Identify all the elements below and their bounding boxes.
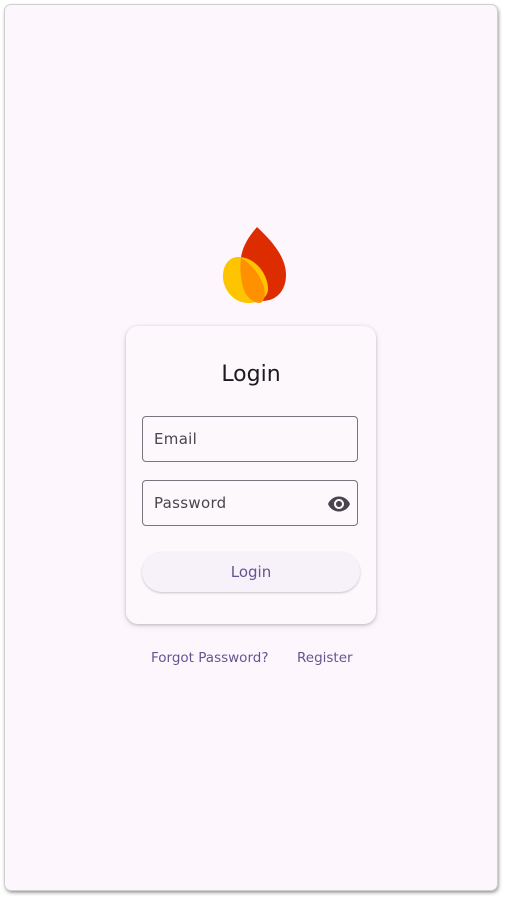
flame-logo-icon bbox=[222, 227, 286, 303]
eye-icon[interactable] bbox=[327, 492, 351, 516]
login-button[interactable]: Login bbox=[142, 552, 360, 592]
email-field[interactable] bbox=[142, 416, 358, 462]
password-input[interactable] bbox=[154, 481, 324, 525]
forgot-password-link[interactable]: Forgot Password? bbox=[151, 648, 269, 668]
email-input[interactable] bbox=[154, 417, 324, 461]
login-title: Login bbox=[221, 362, 281, 387]
password-field[interactable] bbox=[142, 480, 358, 526]
auth-links: Forgot Password? Register bbox=[5, 648, 497, 668]
register-link[interactable]: Register bbox=[297, 648, 353, 668]
app-screen: Login Login Forgot Password? Register bbox=[5, 5, 497, 890]
login-card: Login Login bbox=[126, 326, 376, 624]
